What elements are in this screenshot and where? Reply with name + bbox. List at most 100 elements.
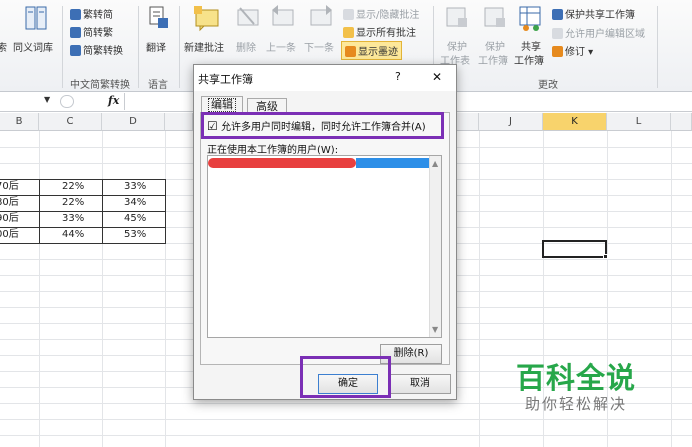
group-separator bbox=[138, 6, 139, 88]
help-button[interactable]: ? bbox=[395, 70, 401, 83]
ink-icon bbox=[345, 46, 356, 57]
dialog-title-bar: 共享工作簿 ? ✕ bbox=[194, 65, 456, 91]
chevron-down-icon: ▾ bbox=[585, 47, 594, 58]
table-cell[interactable]: 00后 bbox=[0, 227, 19, 243]
share-workbook-icon bbox=[519, 6, 541, 31]
delete-comment-icon bbox=[237, 7, 259, 26]
allow-users-edit-ranges-button[interactable]: 允许用户编辑区域 bbox=[552, 25, 645, 40]
scroll-down-icon[interactable]: ▼ bbox=[432, 325, 438, 334]
next-comment-label: 下一条 bbox=[304, 43, 334, 54]
table-cell[interactable]: 33% bbox=[120, 179, 146, 195]
track-changes-icon bbox=[552, 46, 563, 57]
next-comment-button[interactable]: 下一条 bbox=[304, 4, 338, 54]
insert-function-icon[interactable]: fx bbox=[108, 94, 119, 107]
protect-share-workbook-label: 保护共享工作簿 bbox=[565, 10, 635, 21]
protect-share-workbook-button[interactable]: 保护共享工作簿 bbox=[552, 6, 635, 21]
group-separator bbox=[62, 6, 63, 88]
new-comment-button[interactable]: 新建批注 bbox=[184, 4, 230, 54]
show-all-comments-icon bbox=[343, 27, 354, 38]
show-all-comments-button[interactable]: 显示所有批注 bbox=[343, 24, 416, 39]
table-cell[interactable]: 45% bbox=[120, 211, 146, 227]
share-workbook-label-1: 共享 bbox=[521, 42, 541, 53]
tab-advanced[interactable]: 高级 bbox=[247, 98, 287, 113]
synonym-dictionary-button[interactable]: 同义词库 bbox=[13, 4, 59, 54]
column-header-l[interactable]: L bbox=[607, 113, 671, 131]
table-cell[interactable]: 70后 bbox=[0, 179, 19, 195]
previous-comment-label: 上一条 bbox=[266, 43, 296, 54]
group-label-chinese: 中文简繁转换 bbox=[70, 80, 130, 91]
translate-button[interactable]: 翻译 bbox=[141, 4, 175, 54]
column-header-d[interactable]: D bbox=[102, 113, 165, 131]
column-header-j[interactable]: J bbox=[479, 113, 543, 131]
share-workbook-label-2: 工作簿 bbox=[514, 56, 544, 67]
column-header-blank[interactable] bbox=[165, 113, 193, 131]
simp-trad-convert-button[interactable]: 简繁转换 bbox=[70, 42, 123, 57]
new-comment-label: 新建批注 bbox=[184, 43, 224, 54]
column-header-k[interactable]: K bbox=[543, 113, 607, 131]
users-listbox[interactable]: ▲ ▼ bbox=[207, 155, 442, 338]
previous-comment-button[interactable]: 上一条 bbox=[266, 4, 300, 54]
name-box-dropdown-icon[interactable]: ▼ bbox=[44, 95, 50, 104]
show-hide-comment-label: 显示/隐藏批注 bbox=[356, 10, 420, 21]
listbox-scrollbar[interactable]: ▲ ▼ bbox=[429, 156, 441, 337]
table-cell[interactable]: 22% bbox=[58, 179, 84, 195]
cancel-button[interactable]: 取消 bbox=[389, 374, 451, 394]
column-header-blank[interactable] bbox=[671, 113, 692, 131]
table-cell[interactable]: 44% bbox=[58, 227, 84, 243]
fill-handle[interactable] bbox=[603, 254, 608, 259]
selected-cell[interactable] bbox=[542, 240, 607, 258]
grid-line bbox=[0, 419, 692, 420]
column-header-c[interactable]: C bbox=[39, 113, 102, 131]
table-cell[interactable]: 22% bbox=[58, 195, 84, 211]
simp-to-trad-button[interactable]: 简转繁 bbox=[70, 24, 113, 39]
selected-user-row[interactable] bbox=[356, 158, 430, 168]
protect-workbook-button[interactable]: 保护 工作簿 bbox=[478, 4, 512, 67]
track-changes-button[interactable]: 修订 ▾ bbox=[552, 43, 593, 58]
table-cell[interactable]: 33% bbox=[58, 211, 84, 227]
next-comment-icon bbox=[310, 5, 332, 26]
watermark-slogan: 助你轻松解决 bbox=[525, 395, 628, 413]
table-cell[interactable]: 53% bbox=[120, 227, 146, 243]
book-icon bbox=[0, 4, 14, 32]
highlight-ok-button bbox=[300, 356, 391, 398]
trad-to-simp-icon bbox=[70, 9, 81, 20]
simp-to-trad-icon bbox=[70, 27, 81, 38]
table-cell[interactable]: 80后 bbox=[0, 195, 19, 211]
protect-workbook-icon bbox=[484, 7, 505, 27]
close-icon[interactable]: ✕ bbox=[432, 70, 442, 84]
track-changes-label: 修订 bbox=[565, 47, 585, 58]
simp-trad-convert-label: 简繁转换 bbox=[83, 46, 123, 57]
column-header-b[interactable]: B bbox=[0, 113, 39, 131]
column-header-blank[interactable] bbox=[457, 113, 479, 131]
show-hide-comment-button[interactable]: 显示/隐藏批注 bbox=[343, 6, 419, 21]
new-comment-icon bbox=[194, 6, 219, 32]
translate-icon bbox=[149, 6, 168, 28]
group-separator bbox=[657, 6, 658, 88]
group-label-language: 语言 bbox=[148, 80, 168, 91]
highlight-allow-multi-user bbox=[201, 112, 444, 139]
table-cell[interactable]: 90后 bbox=[0, 211, 19, 227]
watermark-logo-text: 百科全说 bbox=[516, 361, 637, 395]
dictionary-icon bbox=[25, 6, 47, 30]
thesaurus-button[interactable]: 索 bbox=[0, 4, 14, 54]
show-ink-button[interactable]: 显示墨迹 bbox=[341, 41, 402, 60]
translate-label: 翻译 bbox=[146, 43, 166, 54]
protect-sheet-label-1: 保护 bbox=[447, 42, 467, 53]
group-separator bbox=[179, 6, 180, 88]
table-cell[interactable]: 34% bbox=[120, 195, 146, 211]
protect-sheet-button[interactable]: 保护 工作表 bbox=[440, 4, 474, 67]
protect-sheet-icon bbox=[446, 7, 467, 27]
trad-to-simp-button[interactable]: 繁转简 bbox=[70, 6, 113, 21]
tab-edit-label: 编辑 bbox=[208, 98, 236, 112]
tab-edit[interactable]: 编辑 bbox=[201, 96, 243, 113]
scroll-up-icon[interactable]: ▲ bbox=[432, 159, 438, 168]
grid-line bbox=[0, 435, 692, 436]
users-label: 正在使用本工作簿的用户(W): bbox=[207, 145, 339, 156]
group-label-changes: 更改 bbox=[538, 80, 558, 91]
delete-comment-button[interactable]: 删除 bbox=[234, 4, 262, 54]
protect-share-icon bbox=[552, 9, 563, 20]
convert-icon bbox=[70, 45, 81, 56]
show-all-comments-label: 显示所有批注 bbox=[356, 28, 416, 39]
share-workbook-button[interactable]: 共享 工作簿 bbox=[514, 4, 548, 67]
edit-ranges-icon bbox=[552, 28, 563, 39]
